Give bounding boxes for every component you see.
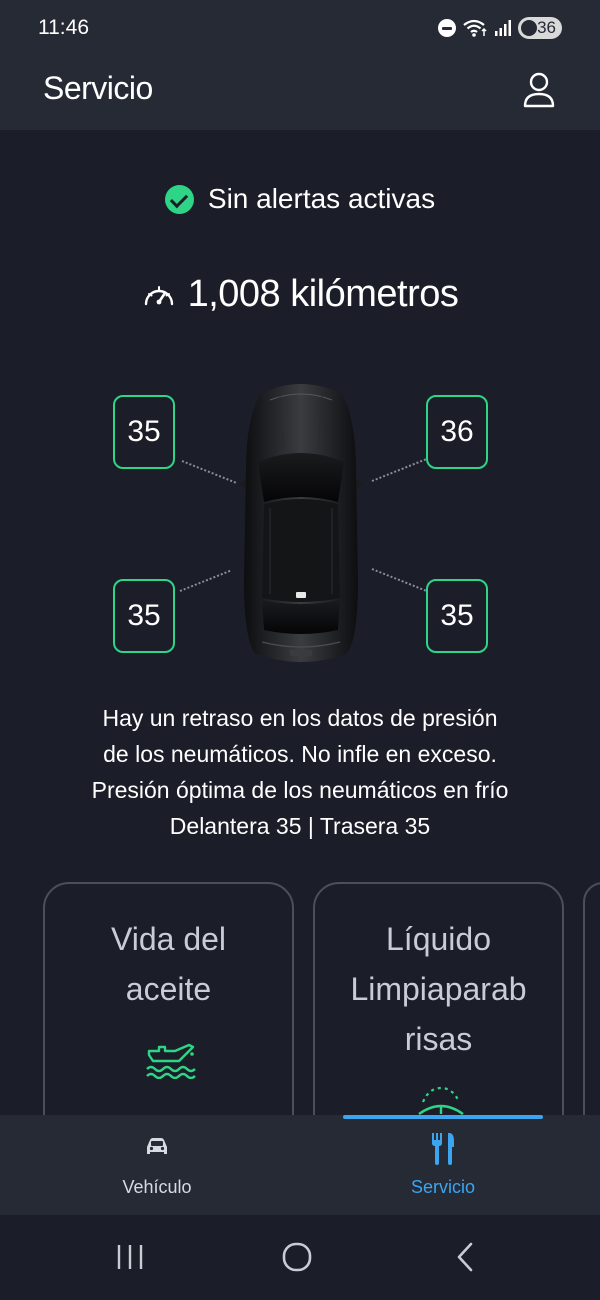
back-button[interactable] bbox=[435, 1237, 495, 1277]
card-title-line: Vida del bbox=[110, 921, 227, 957]
back-icon bbox=[457, 1242, 473, 1272]
speedometer-icon bbox=[144, 285, 173, 305]
profile-icon bbox=[523, 72, 555, 108]
wifi-icon bbox=[463, 19, 487, 37]
battery-level: 36 bbox=[537, 18, 556, 37]
card-title-line: Limpiaparab bbox=[350, 971, 527, 1007]
tab-vehicle[interactable]: Vehículo bbox=[7, 1115, 307, 1215]
connector-line bbox=[371, 568, 427, 592]
status-icons: 36 bbox=[438, 17, 562, 39]
recent-apps-button[interactable] bbox=[100, 1237, 160, 1277]
tire-rear-left: 35 bbox=[113, 579, 175, 653]
status-time: 11:46 bbox=[38, 16, 89, 39]
check-circle-icon bbox=[164, 184, 194, 214]
signal-icon bbox=[495, 20, 511, 36]
battery-indicator: 36 bbox=[518, 17, 562, 39]
card-title: Vida del aceite bbox=[45, 914, 292, 1014]
tire-info-text: Hay un retraso en los datos de presión d… bbox=[0, 700, 600, 844]
home-button[interactable] bbox=[267, 1237, 327, 1277]
recent-apps-icon bbox=[117, 1245, 143, 1269]
odometer-value: 1,008 kilómetros bbox=[187, 273, 459, 315]
alerts-status: Sin alertas activas bbox=[0, 183, 600, 215]
tab-service[interactable]: Servicio bbox=[293, 1115, 593, 1215]
page-title: Servicio bbox=[43, 70, 153, 106]
card-title-line: risas bbox=[404, 1021, 473, 1057]
system-navigation-bar bbox=[0, 1215, 600, 1300]
tire-front-right: 36 bbox=[426, 395, 488, 469]
profile-button[interactable] bbox=[522, 70, 556, 110]
app-header: Servicio bbox=[0, 58, 600, 130]
alerts-text: Sin alertas activas bbox=[207, 183, 436, 214]
connector-line bbox=[181, 460, 237, 484]
card-title-line: aceite bbox=[125, 971, 212, 1007]
card-title-line: Líquido bbox=[386, 921, 491, 957]
tire-rear-right: 35 bbox=[426, 579, 488, 653]
home-icon bbox=[282, 1242, 312, 1272]
tab-vehicle-label: Vehículo bbox=[122, 1177, 192, 1197]
card-title: Líquido Limpiaparab risas bbox=[315, 914, 562, 1064]
connector-line bbox=[371, 458, 427, 482]
tools-icon bbox=[432, 1133, 454, 1165]
info-line: Hay un retraso en los datos de presión bbox=[102, 705, 498, 731]
oil-can-icon bbox=[146, 1043, 196, 1079]
car-icon bbox=[147, 1138, 167, 1154]
do-not-disturb-icon bbox=[438, 19, 456, 37]
battery-saver-icon bbox=[521, 20, 537, 36]
tire-front-left: 35 bbox=[113, 395, 175, 469]
car-top-view-image bbox=[240, 384, 362, 662]
connector-line bbox=[179, 569, 231, 592]
info-line: Delantera 35 | Trasera 35 bbox=[169, 813, 431, 839]
odometer: 1,008 kilómetros bbox=[0, 273, 600, 316]
tab-service-label: Servicio bbox=[410, 1177, 476, 1197]
screen: 11:46 36 Servicio Sin alertas activas 1,… bbox=[0, 0, 600, 1300]
info-line: Presión óptima de los neumáticos en frío bbox=[91, 777, 509, 803]
bottom-navigation: Vehículo Servicio bbox=[0, 1115, 600, 1215]
status-bar: 11:46 36 bbox=[0, 0, 600, 58]
info-line: de los neumáticos. No infle en exceso. bbox=[103, 741, 497, 767]
